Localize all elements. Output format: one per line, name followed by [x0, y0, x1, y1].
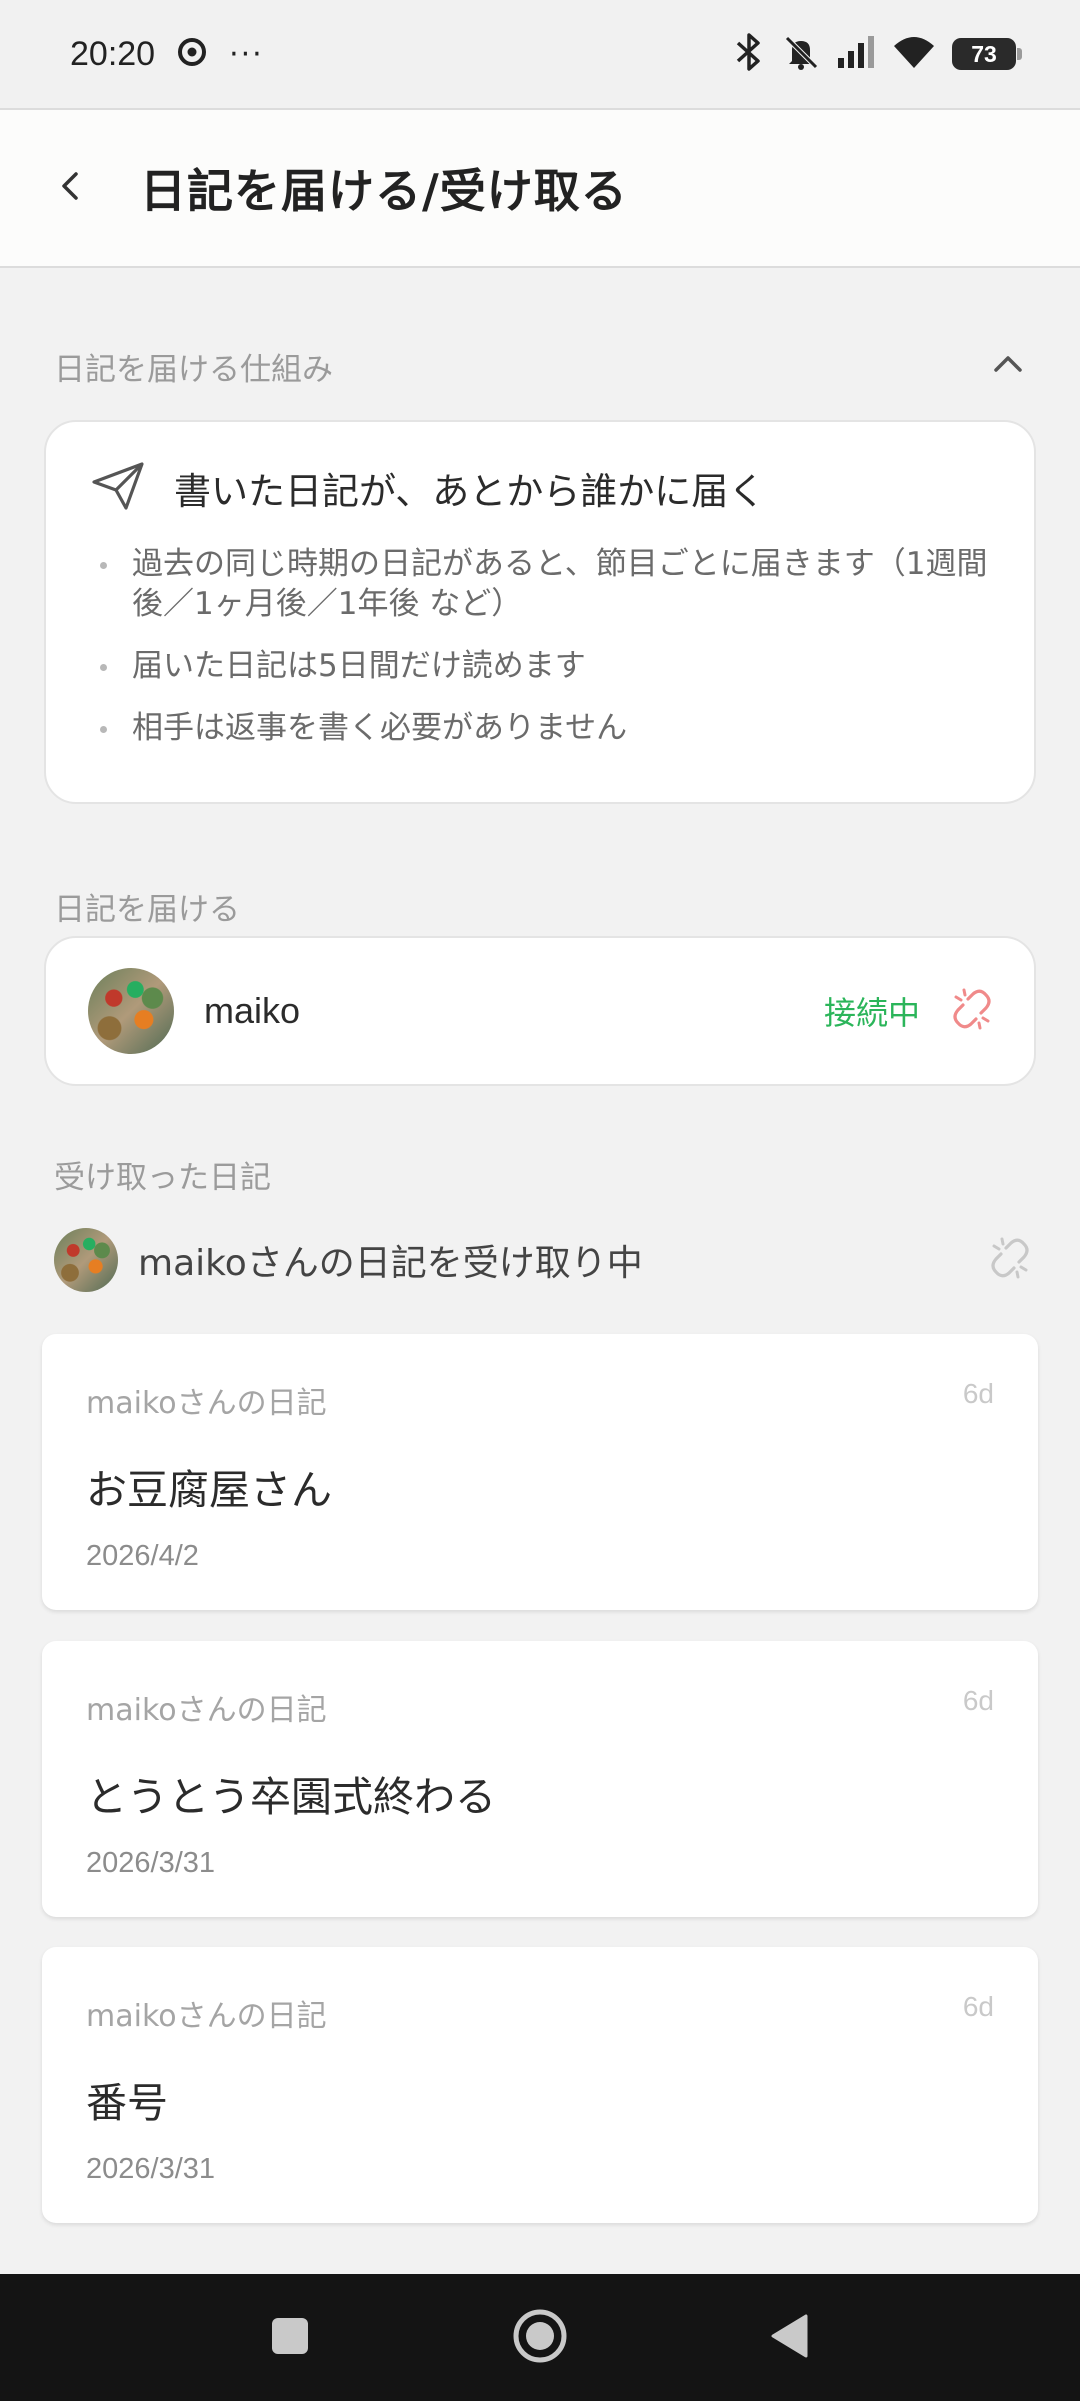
- more-notifications-icon: ···: [229, 36, 264, 72]
- diary-date: 2026/4/2: [86, 1540, 199, 1572]
- how-it-works-list: 過去の同じ時期の日記があると、節目ごとに届きます（1週間後／1ヶ月後／1年後 な…: [90, 544, 994, 748]
- recents-button[interactable]: [255, 2303, 325, 2373]
- bluetooth-icon: [732, 33, 766, 75]
- diary-title: お豆腐屋さん: [86, 1466, 332, 1514]
- home-circle-icon: [512, 2308, 568, 2368]
- diary-age: 6d: [962, 1991, 994, 2022]
- diary-title: とうとう卒園式終わる: [86, 1773, 496, 1821]
- nav-back-button[interactable]: [755, 2303, 825, 2373]
- diary-source: maikoさんの日記: [86, 1693, 327, 1728]
- paper-plane-icon: [90, 460, 146, 516]
- chevron-left-icon: [59, 168, 81, 208]
- diary-entry-card[interactable]: maikoさんの日記 6d 番号 2026/3/31: [42, 1947, 1038, 2223]
- diary-age: 6d: [962, 1685, 994, 1716]
- clock: 20:20: [70, 34, 156, 73]
- receiving-status-row: maikoさんの日記を受け取り中: [54, 1226, 1034, 1294]
- broken-link-icon: [950, 987, 994, 1035]
- received-section-label: 受け取った日記: [54, 1160, 271, 1196]
- status-badge: 接続中: [823, 994, 920, 1032]
- status-bar: 20:20 ··· 73: [0, 0, 1080, 108]
- collapse-button[interactable]: [986, 344, 1030, 388]
- avatar: [88, 968, 174, 1054]
- how-it-works-card: 書いた日記が、あとから誰かに届く 過去の同じ時期の日記があると、節目ごとに届きま…: [44, 420, 1036, 804]
- receiving-text: maikoさんの日記を受け取り中: [138, 1243, 643, 1284]
- chevron-up-icon: [991, 353, 1025, 379]
- diary-age: 6d: [962, 1378, 994, 1409]
- battery-icon: 73: [952, 38, 1022, 70]
- how-it-works-label: 日記を届ける仕組み: [54, 352, 333, 388]
- send-section-label: 日記を届ける: [54, 892, 240, 928]
- send-recipient-card[interactable]: maiko 接続中: [44, 936, 1036, 1086]
- how-it-works-title: 書いた日記が、あとから誰かに届く: [174, 470, 766, 513]
- diary-source: maikoさんの日記: [86, 1386, 327, 1421]
- chrome-icon: [177, 37, 207, 71]
- broken-link-icon: [988, 1236, 1032, 1284]
- diary-date: 2026/3/31: [86, 2153, 216, 2185]
- recents-square-icon: [270, 2316, 310, 2360]
- list-item: 届いた日記は5日間だけ読めます: [96, 646, 994, 686]
- app-screen: 20:20 ··· 73 日記を届ける/受け取る 日記を届ける仕組み 書いた日記…: [0, 0, 1080, 2401]
- diary-title: 番号: [86, 2079, 168, 2127]
- diary-entry-card[interactable]: maikoさんの日記 6d お豆腐屋さん 2026/4/2: [42, 1334, 1038, 1610]
- avatar: [54, 1228, 118, 1292]
- bell-off-icon: [782, 33, 820, 75]
- list-item: 過去の同じ時期の日記があると、節目ごとに届きます（1週間後／1ヶ月後／1年後 な…: [96, 544, 994, 624]
- list-item: 相手は返事を書く必要がありません: [96, 708, 994, 748]
- stop-receiving-button[interactable]: [986, 1236, 1034, 1284]
- diary-date: 2026/3/31: [86, 1847, 216, 1879]
- diary-source: maikoさんの日記: [86, 1999, 327, 2034]
- back-triangle-icon: [770, 2314, 810, 2362]
- recipient-name: maiko: [204, 990, 301, 1031]
- page-title: 日記を届ける/受け取る: [140, 164, 628, 218]
- wifi-icon: [892, 34, 936, 74]
- app-header: 日記を届ける/受け取る: [0, 108, 1080, 268]
- diary-entry-card[interactable]: maikoさんの日記 6d とうとう卒園式終わる 2026/3/31: [42, 1641, 1038, 1917]
- unlink-button[interactable]: [950, 987, 994, 1035]
- back-button[interactable]: [0, 108, 140, 268]
- system-nav-bar: [0, 2274, 1080, 2401]
- home-button[interactable]: [505, 2303, 575, 2373]
- signal-icon: [836, 34, 876, 74]
